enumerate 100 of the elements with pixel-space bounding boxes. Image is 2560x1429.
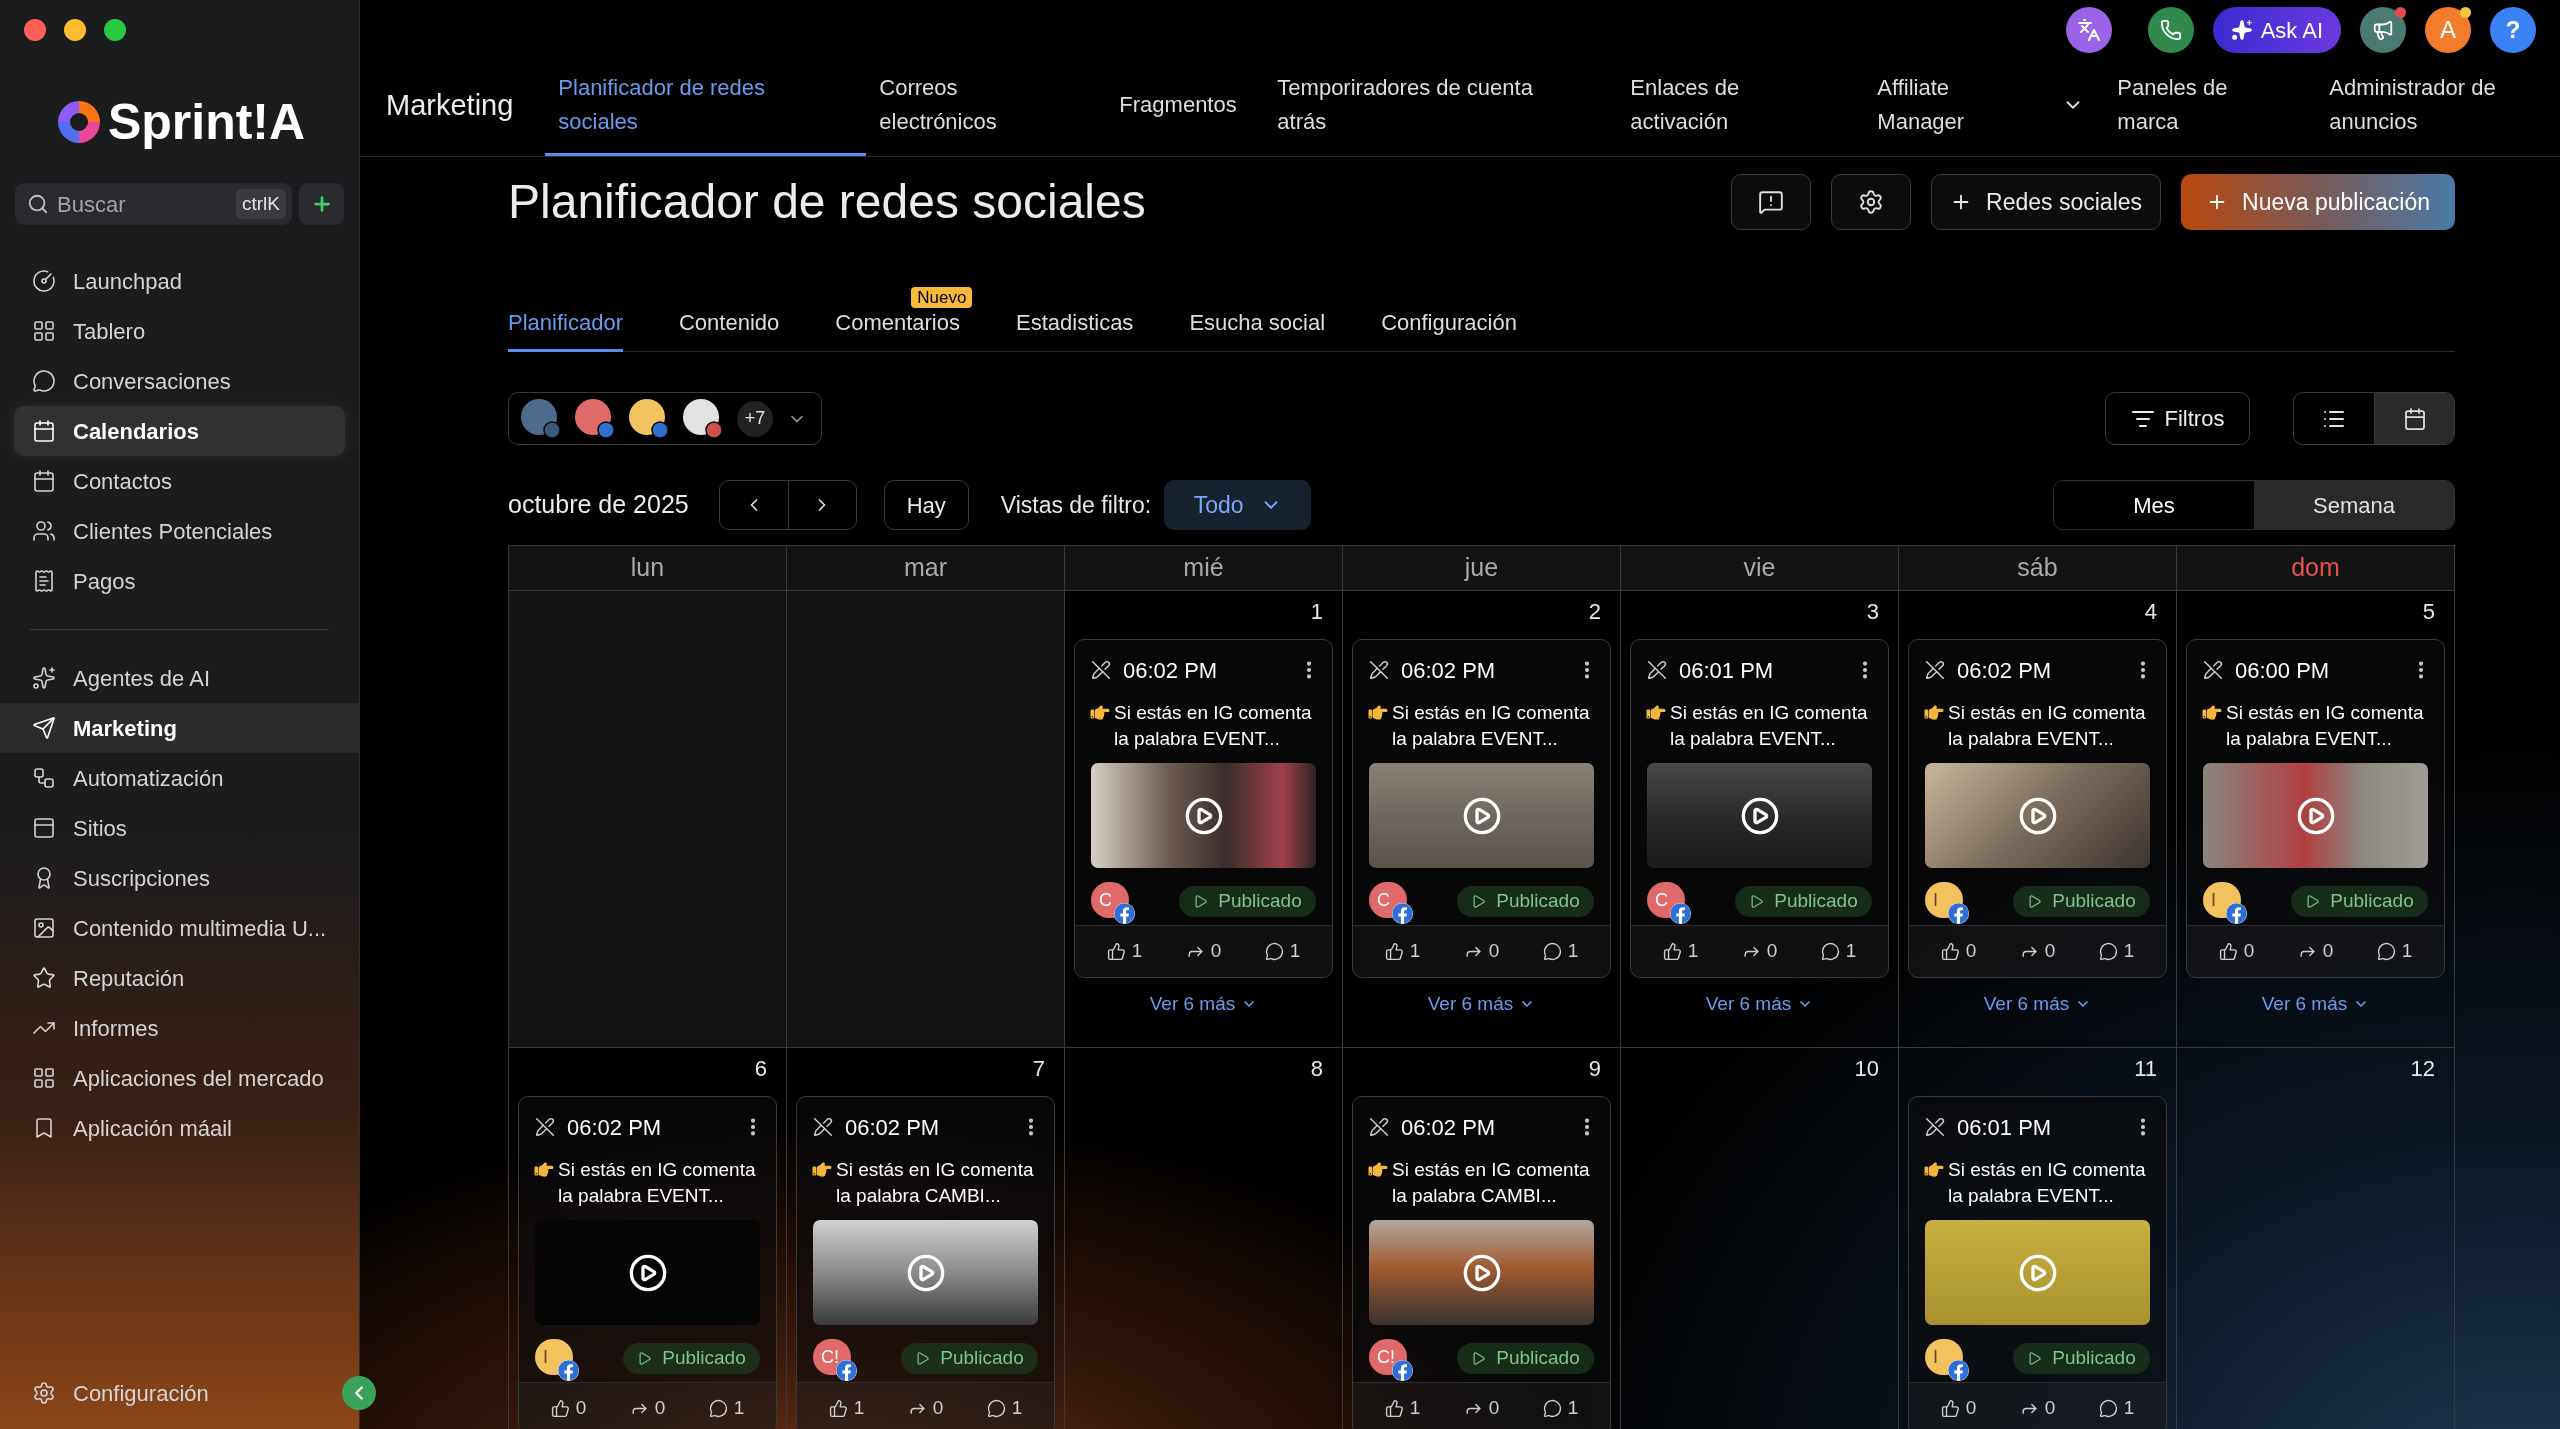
like-count: 1 [1409,1396,1421,1421]
image-icon [32,916,56,940]
post-time: 06:01 PM [1679,656,1774,685]
page-tab[interactable]: Planificador [508,296,623,352]
sidebar-item[interactable]: Contenido multimedia U... [0,903,359,953]
share-count: 0 [1488,1396,1500,1421]
post-caption: Si estás en IG comenta la palabra EVENT... [1670,701,1869,751]
facebook-icon [1392,903,1413,924]
share-count: 0 [1488,939,1500,964]
sidebar-item[interactable]: Configuración [0,1368,331,1418]
comment-count: 1 [2123,939,2135,964]
sidebar-item[interactable]: Marketing [0,703,359,753]
phone-button[interactable] [2147,7,2194,53]
post-time: 06:02 PM [1401,656,1496,685]
feedback-button[interactable] [1731,174,1812,230]
add-button[interactable] [299,183,344,225]
share-count: 0 [2322,939,2334,964]
today-button[interactable]: Hay [883,480,969,530]
sidebar-item[interactable]: Contactos [14,456,345,506]
collapse-sidebar-button[interactable] [342,1376,376,1410]
sidebar-item[interactable]: Aplicaciones del mercado [0,1053,359,1103]
section-title: Marketing [386,88,514,124]
settings-button[interactable] [1831,174,1912,230]
nav-tab[interactable]: Fragmentos [1106,56,1265,156]
window-icon [32,816,56,840]
phone-icon [2159,19,2182,41]
status-text: Publicado [2052,888,2136,913]
show-more-link[interactable]: Ver 6 más [1983,990,2092,1019]
ask-ai-button[interactable]: Ask AI [2212,7,2341,53]
nav-tab[interactable]: Planificador de redes sociales [545,56,867,156]
sidebar-item[interactable]: Launchpad [14,256,345,306]
comment-icon [2376,942,2396,961]
show-more-link[interactable]: Ver 6 más [1705,990,1814,1019]
search-input[interactable]: Buscar [57,187,228,221]
add-social-button[interactable]: Redes sociales [1931,174,2162,230]
comment-icon [2098,942,2118,961]
weekday-header: mié [1065,546,1343,591]
sidebar-item[interactable]: Calendarios [14,406,345,456]
sidebar-item[interactable]: Pagos [14,556,345,606]
sidebar-item[interactable]: Suscripciones [0,853,359,903]
calendar-view-button[interactable] [2374,393,2454,444]
show-more-link[interactable]: Ver 6 más [2261,990,2370,1019]
settings-icon [32,1381,56,1405]
nav-tab[interactable]: Paneles de marca [2104,56,2317,156]
thumbs-up-icon [828,1399,848,1418]
play-icon [1183,795,1224,836]
play-icon [1749,893,1765,909]
status-text: Publicado [1496,1345,1580,1370]
nav-tab[interactable]: Enlaces de activación [1617,56,1865,156]
sidebar-item[interactable]: Clientes Potenciales [14,506,345,556]
play-icon [1461,795,1502,836]
nav-tab[interactable]: Affiliate Manager [1864,56,2105,156]
status-text: Publicado [1218,888,1302,913]
comment-icon [1264,942,1284,961]
calendar-icon [32,469,56,493]
filter-view-dropdown[interactable]: Todo [1164,480,1312,530]
announcements-button[interactable] [2360,7,2406,53]
pointing-hand-icon [1367,1160,1389,1179]
page-tab[interactable]: Esucha social [1189,296,1326,352]
sidebar-item[interactable]: Reputación [0,953,359,1003]
nav-tab[interactable]: Temporiradores de cuenta atrás [1264,56,1618,156]
sidebar-item[interactable]: Conversaciones [14,356,345,406]
pen-slash-icon [535,1117,555,1137]
sidebar-item[interactable]: Sitios [0,803,359,853]
window-zoom-button[interactable] [104,19,126,41]
pointing-hand-icon [1923,1160,1945,1179]
pointing-hand-icon [2201,703,2223,722]
page-tab[interactable]: Estadisticas [1016,296,1134,352]
facebook-icon [1392,1360,1413,1381]
nav-tab[interactable]: Correos electrónicos [866,56,1107,156]
like-count: 0 [1965,1396,1977,1421]
filters-button[interactable]: Filtros [2105,392,2250,445]
sidebar-item[interactable]: Agentes de AI [0,653,359,703]
show-more-link[interactable]: Ver 6 más [1149,990,1258,1019]
thumbs-up-icon [1106,942,1126,961]
more-accounts-chip: +7 [737,400,773,437]
play-icon [627,1252,668,1293]
account-selector[interactable]: +7 [508,392,822,445]
like-count: 1 [853,1396,865,1421]
sidebar-item[interactable]: Aplicación máail [0,1103,359,1153]
page-tab[interactable]: Contenido [678,296,780,352]
play-icon [1193,893,1209,909]
help-button[interactable]: ? [2490,7,2536,53]
search-box[interactable]: Buscar ctrlK [15,183,292,225]
sidebar-item[interactable]: Informes [0,1003,359,1053]
pointing-hand-icon [1645,703,1667,722]
facebook-icon [836,1360,857,1381]
new-post-button[interactable]: Nueva publicación [2181,174,2455,230]
range-tab[interactable]: Semana [2254,481,2454,529]
show-more-link[interactable]: Ver 6 más [1427,990,1536,1019]
sidebar-item[interactable]: Automatización [0,753,359,803]
share-count: 0 [1766,939,1778,964]
nav-tab[interactable]: Administrador de anuncios [2316,56,2545,156]
window-minimize-button[interactable] [64,19,86,41]
weekday-header: jue [1343,546,1621,591]
window-close-button[interactable] [24,19,46,41]
pointing-hand-icon [1089,703,1111,722]
translate-button[interactable] [2065,7,2112,53]
page-tab[interactable]: Configuración [1381,296,1517,352]
sidebar-item[interactable]: Tablero [14,306,345,356]
